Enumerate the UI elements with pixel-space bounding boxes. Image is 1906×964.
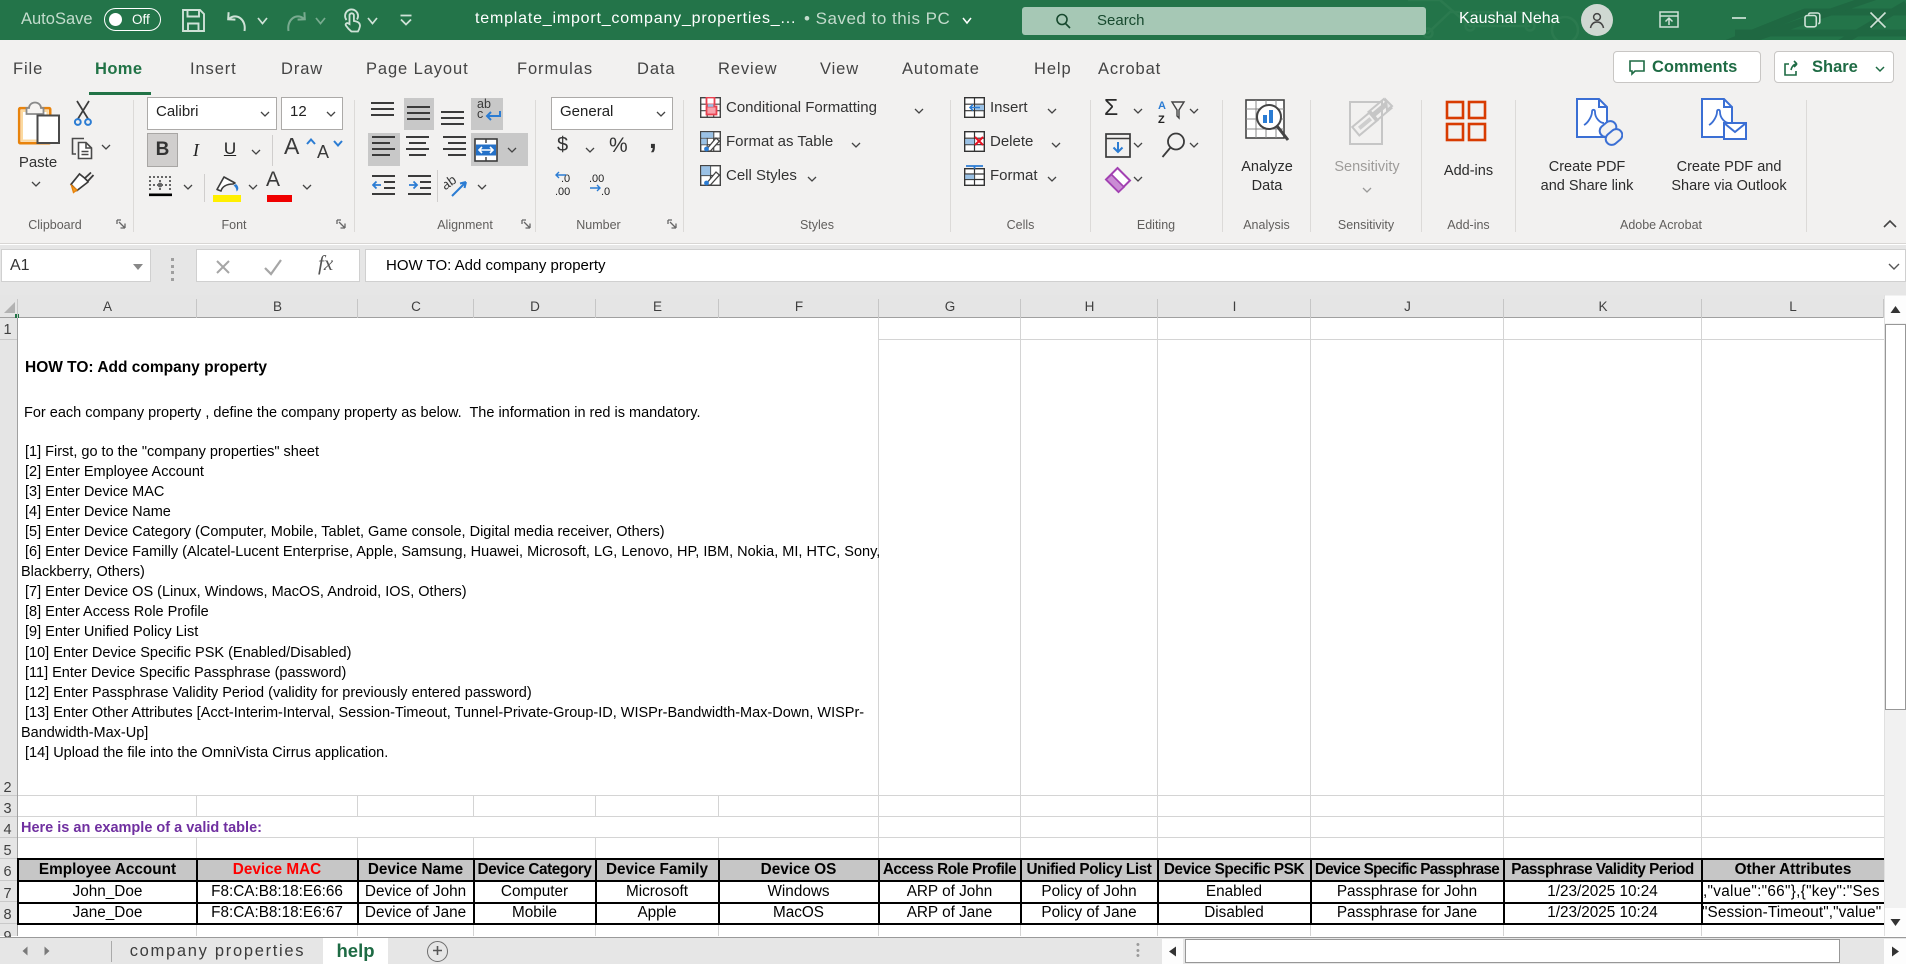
svg-text:.00: .00 (589, 173, 604, 185)
svg-text:A: A (1158, 100, 1166, 112)
svg-text:.0: .0 (601, 186, 610, 198)
svg-text:Z: Z (1158, 114, 1165, 126)
svg-text:.00: .00 (555, 186, 570, 198)
